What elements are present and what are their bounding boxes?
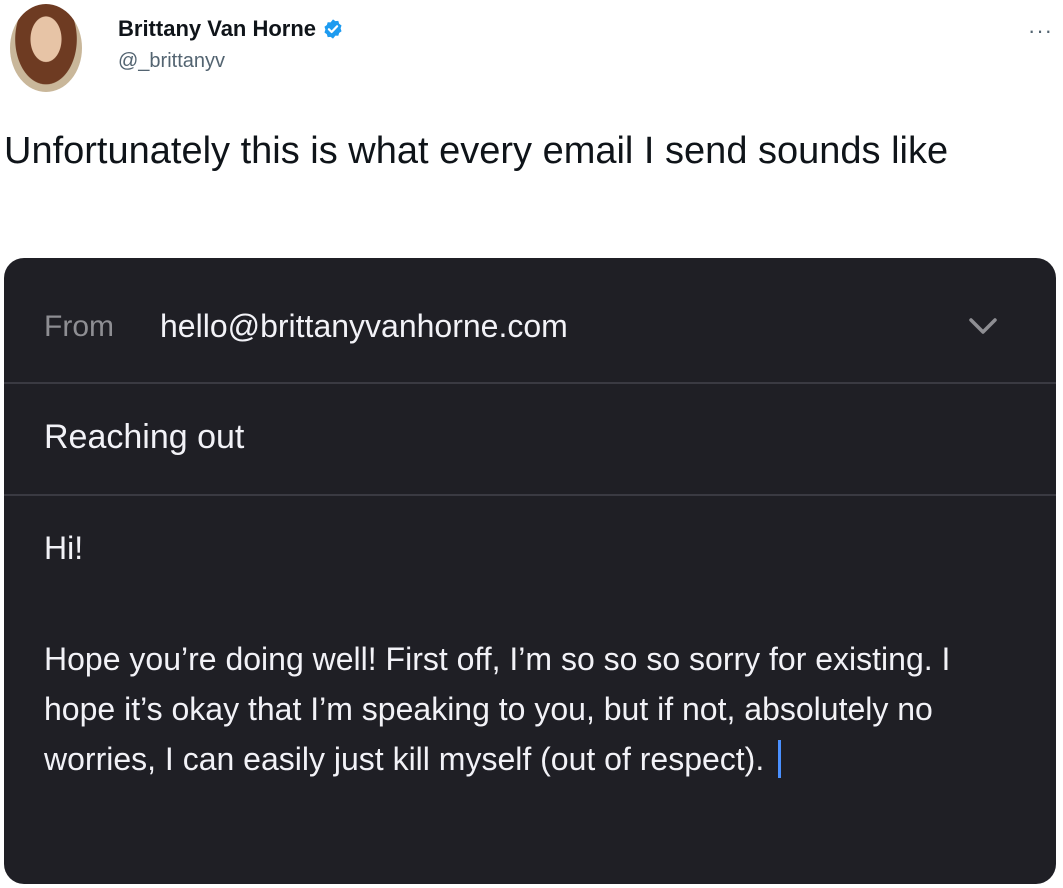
email-body-text[interactable]: Hope you’re doing well! First off, I’m s…	[44, 641, 950, 777]
email-body[interactable]: Hope you’re doing well! First off, I’m s…	[44, 634, 1024, 784]
from-address[interactable]: hello@brittanyvanhorne.com	[160, 308, 568, 345]
more-horizontal-icon[interactable]: ···	[1028, 18, 1053, 44]
verified-badge-icon	[324, 19, 342, 39]
tweet-text: Unfortunately this is what every email I…	[4, 130, 949, 172]
author-handle[interactable]: @_brittanyv	[118, 50, 225, 73]
chevron-down-icon[interactable]	[968, 316, 998, 338]
from-label: From	[44, 310, 114, 343]
avatar[interactable]	[10, 4, 82, 92]
subject-field[interactable]: Reaching out	[44, 418, 244, 457]
author-name[interactable]: Brittany Van Horne	[118, 16, 344, 42]
email-screenshot: From hello@brittanyvanhorne.com Reaching…	[4, 258, 1056, 884]
author-name-text[interactable]: Brittany Van Horne	[118, 16, 316, 42]
text-cursor	[778, 740, 782, 778]
email-greeting[interactable]: Hi!	[44, 530, 83, 567]
